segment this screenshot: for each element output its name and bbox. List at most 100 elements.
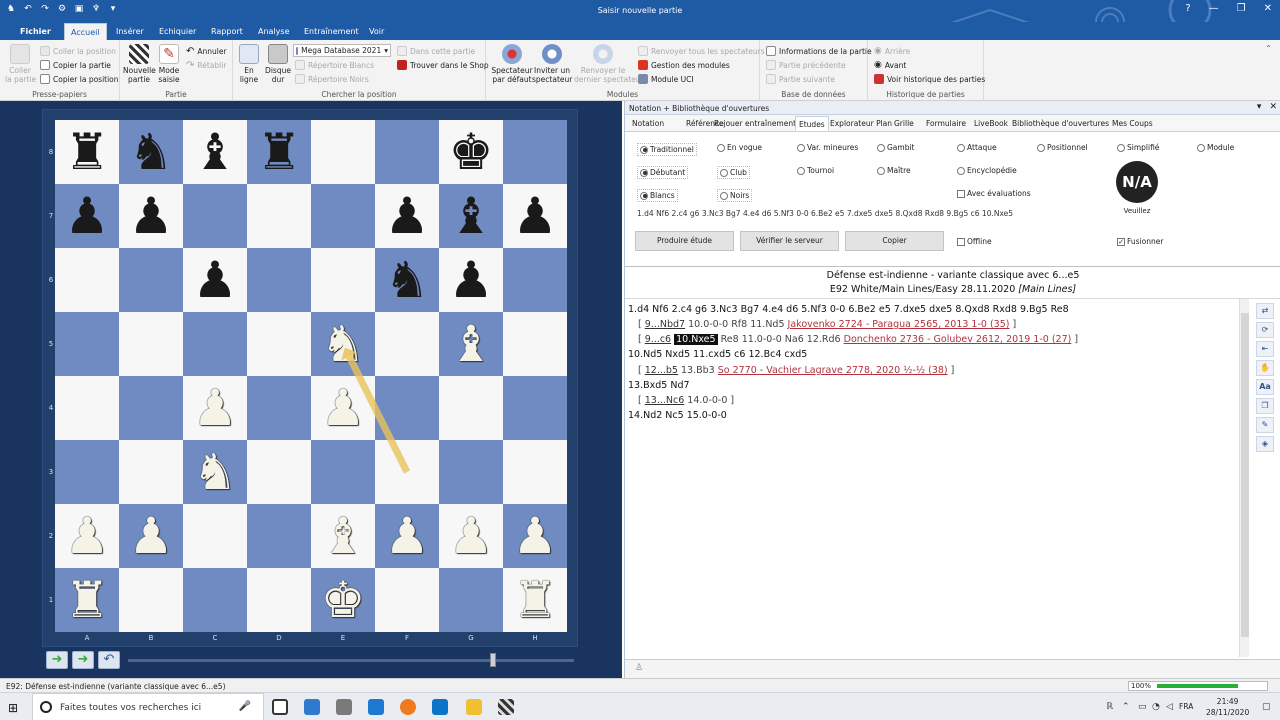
tab-echiquier[interactable]: Echiquier	[153, 25, 202, 38]
promote-variation-icon[interactable]: ⟳	[1256, 322, 1274, 338]
task-view-icon[interactable]	[272, 699, 288, 715]
square-c7[interactable]	[183, 184, 247, 248]
variation-2[interactable]: [ 9...c6 10.Nxe5 Re8 11.0-0-0 Na6 12.Rd6…	[638, 334, 1078, 345]
radio-tournoi[interactable]: Tournoi	[797, 166, 834, 175]
restore-icon[interactable]: ❐	[1237, 3, 1246, 14]
copier-button[interactable]: Copier	[845, 231, 944, 251]
takeback-button[interactable]: ↶	[98, 651, 120, 669]
square-f4[interactable]	[375, 376, 439, 440]
radio-ma-tre[interactable]: Maître	[877, 166, 911, 175]
radio-gambit[interactable]: Gambit	[877, 143, 915, 152]
view-history-button[interactable]: Voir historique des parties	[874, 74, 985, 84]
uci-module-button[interactable]: Module UCI	[638, 74, 694, 84]
black-pawn-g6[interactable]: ♟	[439, 248, 503, 312]
white-knight-c3[interactable]: ♞	[183, 440, 247, 504]
white-rook-a1[interactable]: ♜	[55, 568, 119, 632]
square-a5[interactable]	[55, 312, 119, 376]
game-slider[interactable]	[128, 659, 574, 662]
edit-icon[interactable]: ✎	[1256, 417, 1274, 433]
radio-attaque[interactable]: Attaque	[957, 143, 997, 152]
square-d6[interactable]	[247, 248, 311, 312]
panel-tab-mes-coups[interactable]: Mes Coups	[1109, 118, 1156, 129]
radio-encyclop-die[interactable]: Encyclopédie	[957, 166, 1017, 175]
fusionner-checkbox[interactable]: ✓ Fusionner	[1117, 237, 1163, 246]
windows-start-icon[interactable]: ⊞	[8, 701, 18, 715]
copy-position-button[interactable]: Copier la position	[40, 74, 119, 84]
black-king-g8[interactable]: ♚	[439, 120, 503, 184]
notation-text[interactable]: 1.d4 Nf6 2.c4 g6 3.Nc3 Bg7 4.e4 d6 5.Nf3…	[628, 304, 1240, 659]
restore-panel-icon[interactable]: ▾	[1257, 102, 1262, 112]
cut-line-icon[interactable]: ⇤	[1256, 341, 1274, 357]
network-icon[interactable]: ℝ	[1106, 702, 1113, 712]
black-rook-a8[interactable]: ♜	[55, 120, 119, 184]
square-e3[interactable]	[311, 440, 375, 504]
manage-modules-button[interactable]: Gestion des modules	[638, 60, 730, 70]
square-a6[interactable]	[55, 248, 119, 312]
language-indicator[interactable]: FRA	[1179, 702, 1193, 711]
square-a3[interactable]	[55, 440, 119, 504]
return-all-button[interactable]: Renvoyer tous les spectateurs	[638, 46, 765, 56]
main-line-3[interactable]: 13.Bxd5 Nd7	[628, 380, 690, 391]
radio-blancs[interactable]: Blancs	[637, 189, 678, 202]
panel-tab-rejouer-entra-nement[interactable]: Rejouer entraînement	[711, 118, 799, 129]
radio-d-butant[interactable]: Débutant	[637, 166, 689, 179]
square-g1[interactable]	[439, 568, 503, 632]
black-pawn-c6[interactable]: ♟	[183, 248, 247, 312]
square-d5[interactable]	[247, 312, 311, 376]
white-pawn-a2[interactable]: ♟	[55, 504, 119, 568]
square-d7[interactable]	[247, 184, 311, 248]
square-g3[interactable]	[439, 440, 503, 504]
input-mode-button[interactable]: ✎ Mode saisie	[156, 44, 182, 84]
invite-spectator-button[interactable]: Inviter un spectateur	[532, 44, 572, 84]
black-pawn-b7[interactable]: ♟	[119, 184, 183, 248]
mail-icon[interactable]	[304, 699, 320, 715]
next-game-button[interactable]: Partie suivante	[766, 74, 835, 84]
square-f3[interactable]	[375, 440, 439, 504]
back-button[interactable]: ◉ Arrière	[874, 46, 910, 56]
square-d2[interactable]	[247, 504, 311, 568]
microphone-icon[interactable]: 🎤	[239, 701, 251, 712]
previous-move-button[interactable]: ➜	[46, 651, 68, 669]
firefox-icon[interactable]	[400, 699, 416, 715]
black-pawn-h7[interactable]: ♟	[503, 184, 567, 248]
tab-voir[interactable]: Voir	[363, 25, 390, 38]
black-pawn-a7[interactable]: ♟	[55, 184, 119, 248]
square-c2[interactable]	[183, 504, 247, 568]
notification-icon[interactable]: ▢	[1262, 702, 1271, 712]
default-spectator-button[interactable]: Spectateur par défaut	[490, 44, 534, 84]
collapse-ribbon-icon[interactable]: ⌃	[1265, 44, 1272, 53]
radio-var-mineures[interactable]: Var. mineures	[797, 143, 858, 152]
black-bishop-g7[interactable]: ♝	[439, 184, 503, 248]
avec-evaluations-checkbox[interactable]: Avec évaluations	[957, 189, 1031, 198]
previous-game-button[interactable]: Partie précédente	[766, 60, 846, 70]
radio-en-vogue[interactable]: En vogue	[717, 143, 762, 152]
chessbase-icon[interactable]	[498, 699, 514, 715]
square-c5[interactable]	[183, 312, 247, 376]
square-h5[interactable]	[503, 312, 567, 376]
square-b1[interactable]	[119, 568, 183, 632]
square-f8[interactable]	[375, 120, 439, 184]
text-icon[interactable]: Aa	[1256, 379, 1274, 395]
paste-game-button[interactable]: Coller la partie	[5, 44, 36, 84]
tab-file[interactable]: Fichier	[14, 25, 57, 38]
square-f1[interactable]	[375, 568, 439, 632]
square-b4[interactable]	[119, 376, 183, 440]
return-last-spectator-button[interactable]: Renvoyer le dernier spectateur	[574, 44, 644, 84]
panel-tab-livebook[interactable]: LiveBook	[971, 118, 1011, 129]
resize-icon[interactable]: ♙	[635, 663, 643, 673]
main-line-2[interactable]: 10.Nd5 Nxd5 11.cxd5 c6 12.Bc4 cxd5	[628, 349, 807, 360]
white-pawn-e4[interactable]: ♟	[311, 376, 375, 440]
radio-club[interactable]: Club	[717, 166, 750, 179]
square-b5[interactable]	[119, 312, 183, 376]
zoom-bar[interactable]	[1157, 684, 1238, 688]
square-g4[interactable]	[439, 376, 503, 440]
white-knight-e5[interactable]: ♞	[311, 312, 375, 376]
white-pawn-g2[interactable]: ♟	[439, 504, 503, 568]
square-d1[interactable]	[247, 568, 311, 632]
black-rook-d8[interactable]: ♜	[247, 120, 311, 184]
square-f5[interactable]	[375, 312, 439, 376]
next-move-button[interactable]: ➜	[72, 651, 94, 669]
battery-icon[interactable]: ▭	[1138, 702, 1147, 712]
new-game-button[interactable]: Nouvelle partie	[123, 44, 156, 84]
panel-tab-explorateur-plan[interactable]: Explorateur Plan	[827, 118, 895, 129]
